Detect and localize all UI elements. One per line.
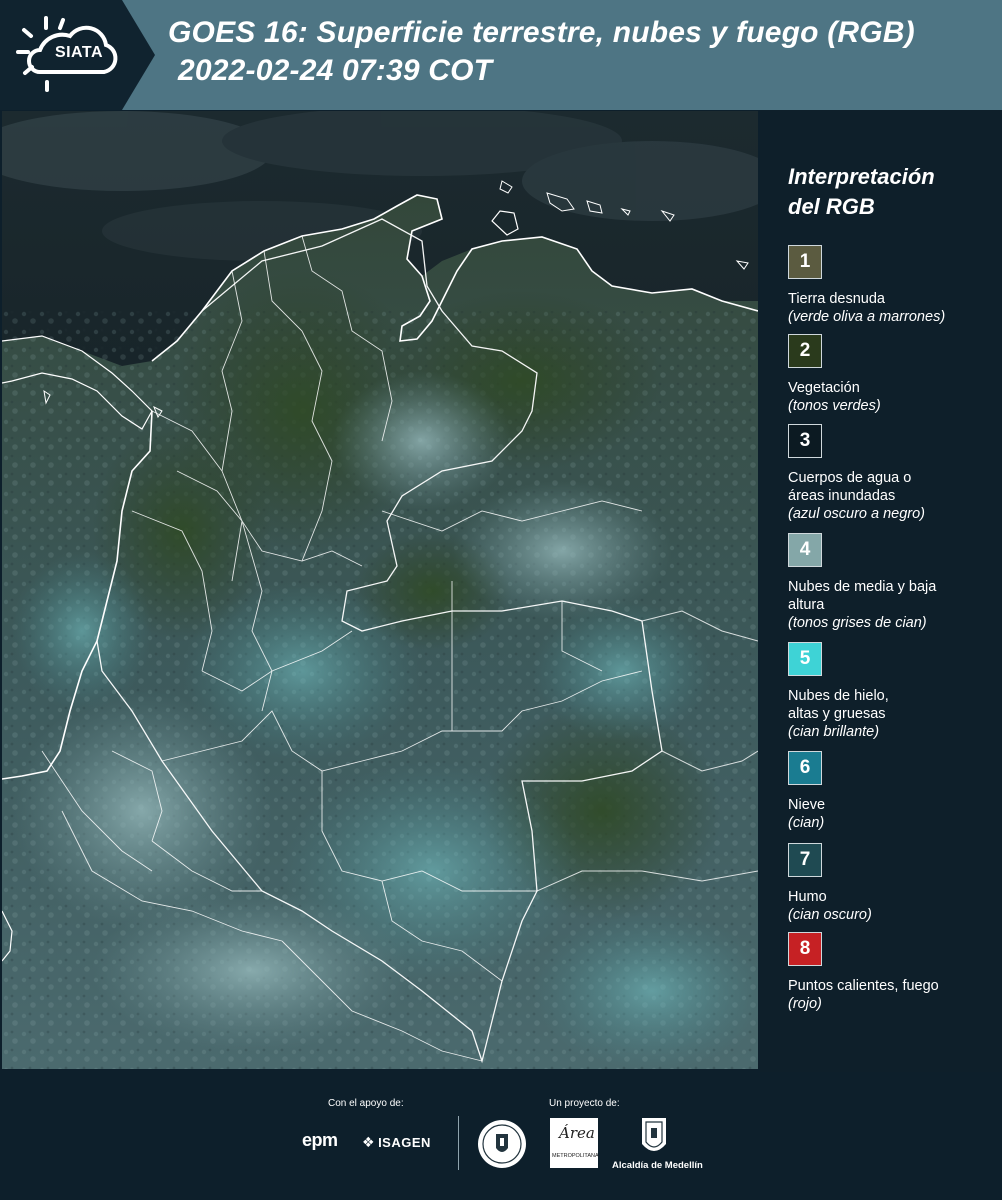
- area-logo-word: Área: [559, 1124, 595, 1142]
- area-logo-sub: METROPOLITANA: [552, 1153, 599, 1159]
- legend-swatch: 6: [788, 751, 822, 785]
- siata-logo: SIATA: [0, 0, 155, 110]
- satellite-map: [2, 111, 758, 1069]
- legend-swatch: 7: [788, 843, 822, 877]
- legend-desc: (tonos verdes): [788, 398, 881, 414]
- footer-divider: [458, 1116, 459, 1170]
- legend-item-smoke: 7 Humo (cian oscuro): [788, 843, 993, 924]
- legend-desc: (tonos grises de cian): [788, 615, 927, 631]
- siata-logo-text: SIATA: [54, 44, 104, 61]
- legend-desc: (cian): [788, 815, 825, 831]
- legend-label: Nubes de hielo, altas y gruesas: [788, 688, 889, 722]
- legend-label: Vegetación: [788, 380, 860, 396]
- legend-desc: (rojo): [788, 996, 822, 1012]
- legend-label: Nieve: [788, 797, 826, 813]
- legend-desc: (azul oscuro a negro): [788, 506, 926, 522]
- legend-swatch: 4: [788, 533, 822, 567]
- legend-item-water: 3 Cuerpos de agua o áreas inundadas (azu…: [788, 424, 993, 523]
- legend-swatch: 1: [788, 245, 822, 279]
- footer: Con el apoyo de: Un proyecto de: epm ❖ IS…: [0, 1072, 1002, 1200]
- project-caption: Un proyecto de:: [549, 1098, 620, 1109]
- alcaldia-text: Alcaldía de Medellín: [612, 1160, 703, 1171]
- legend-panel: Interpretación del RGB 1 Tierra desnuda …: [760, 110, 1002, 1072]
- isagen-mark-icon: ❖: [362, 1134, 376, 1150]
- page-title: GOES 16: Superficie terrestre, nubes y f…: [168, 16, 915, 49]
- legend-desc: (verde oliva a marrones): [788, 309, 946, 325]
- isagen-logo-text: ISAGEN: [378, 1135, 431, 1150]
- legend-label: Tierra desnuda: [788, 291, 885, 307]
- legend-item-ice-clouds: 5 Nubes de hielo, altas y gruesas (cian …: [788, 642, 993, 741]
- legend-desc: (cian brillante): [788, 724, 880, 740]
- legend-swatch: 2: [788, 334, 822, 368]
- legend-title-line1: Interpretación: [788, 164, 935, 189]
- legend-item-vegetation: 2 Vegetación (tonos verdes): [788, 334, 993, 415]
- legend-title-line2: del RGB: [788, 194, 875, 219]
- legend-title: Interpretación del RGB: [788, 162, 988, 222]
- legend-item-snow: 6 Nieve (cian): [788, 751, 993, 832]
- legend-swatch: 5: [788, 642, 822, 676]
- legend-label: Humo: [788, 889, 827, 905]
- legend-label: Puntos calientes, fuego: [788, 978, 939, 994]
- legend-swatch: 3: [788, 424, 822, 458]
- legend-item-bare-land: 1 Tierra desnuda (verde oliva a marrones…: [788, 245, 993, 326]
- alcaldia-shield-icon: [642, 1118, 666, 1151]
- area-metropolitana-logo: Área METROPOLITANA: [550, 1118, 599, 1168]
- legend-desc: (cian oscuro): [788, 907, 872, 923]
- university-seal-icon: [478, 1120, 526, 1168]
- epm-logo: epm: [302, 1130, 338, 1150]
- isagen-logo: ❖ ISAGEN: [362, 1134, 431, 1151]
- legend-swatch: 8: [788, 932, 822, 966]
- header: SIATA GOES 16: Superficie terrestre, nub…: [0, 0, 1002, 110]
- legend-item-fire: 8 Puntos calientes, fuego (rojo): [788, 932, 993, 1013]
- legend-item-mid-low-clouds: 4 Nubes de media y baja altura (tonos gr…: [788, 533, 993, 632]
- page-timestamp: 2022-02-24 07:39 COT: [178, 54, 493, 87]
- support-caption: Con el apoyo de:: [328, 1098, 404, 1109]
- legend-label: Cuerpos de agua o áreas inundadas: [788, 470, 912, 504]
- legend-label: Nubes de media y baja altura: [788, 579, 937, 613]
- satellite-rgb-map-icon: [2, 111, 758, 1069]
